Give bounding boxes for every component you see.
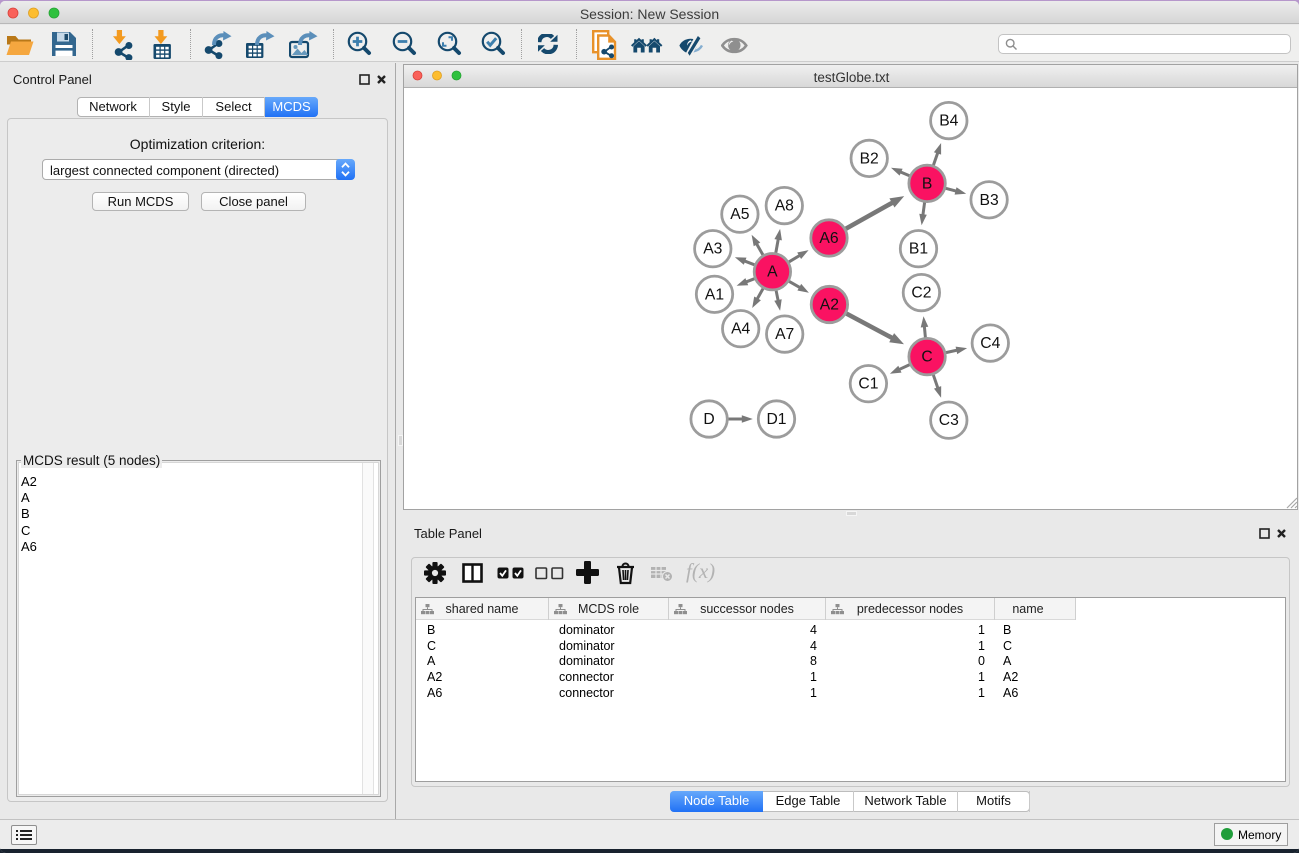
svg-text:A8: A8: [775, 198, 794, 215]
svg-text:C: C: [921, 349, 932, 366]
svg-text:A7: A7: [775, 326, 794, 343]
svg-text:B1: B1: [909, 241, 928, 258]
svg-text:B4: B4: [939, 113, 958, 130]
svg-text:D: D: [703, 411, 714, 428]
svg-text:D1: D1: [766, 411, 786, 428]
svg-text:C1: C1: [858, 376, 878, 393]
svg-text:A6: A6: [819, 230, 838, 247]
svg-text:A4: A4: [731, 321, 750, 338]
svg-text:A3: A3: [703, 241, 722, 258]
svg-text:C3: C3: [939, 412, 959, 429]
svg-text:B3: B3: [979, 192, 998, 209]
svg-text:A2: A2: [820, 297, 839, 314]
svg-text:B: B: [922, 175, 932, 192]
svg-text:C4: C4: [980, 335, 1000, 352]
svg-text:A: A: [767, 264, 778, 281]
svg-text:A1: A1: [705, 286, 724, 303]
svg-text:C2: C2: [911, 285, 931, 302]
svg-text:B2: B2: [860, 150, 879, 167]
svg-text:A5: A5: [730, 206, 749, 223]
